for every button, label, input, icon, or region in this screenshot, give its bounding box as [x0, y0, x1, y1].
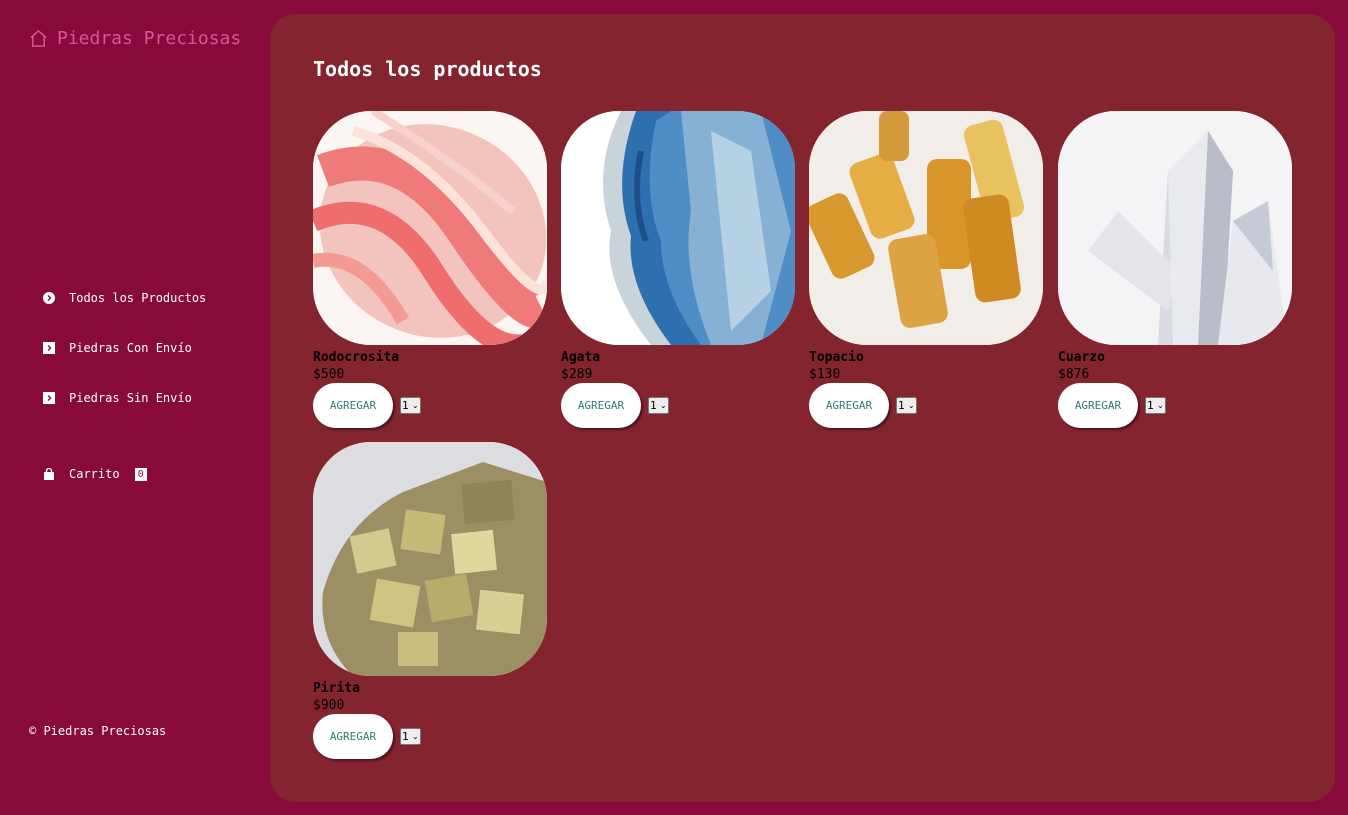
add-to-cart-button[interactable]: AGREGAR: [561, 383, 641, 428]
quantity-select[interactable]: 1 ⌄: [1145, 397, 1166, 414]
circle-arrow-icon: [43, 292, 55, 304]
main-panel: Todos los productos Rodocrosita $500 AGR…: [270, 14, 1335, 802]
product-price: $130: [809, 367, 841, 382]
brand-logo[interactable]: Piedras Preciosas: [29, 28, 241, 49]
product-price: $900: [313, 698, 345, 713]
nav-item-con-envio[interactable]: Piedras Con Envío: [43, 338, 206, 358]
nav-label: Piedras Con Envío: [69, 341, 192, 355]
nav-label: Piedras Sin Envío: [69, 391, 192, 405]
cart-label: Carrito: [69, 467, 120, 481]
footer-copyright: © Piedras Preciosas: [29, 724, 167, 738]
quantity-value: 1: [650, 399, 657, 412]
sidebar-nav: Todos los Productos Piedras Con Envío Pi…: [43, 288, 206, 438]
chevron-down-icon: ⌄: [412, 401, 419, 410]
product-price: $876: [1058, 367, 1090, 382]
nav-item-sin-envio[interactable]: Piedras Sin Envío: [43, 388, 206, 408]
chevron-down-icon: ⌄: [1157, 401, 1164, 410]
product-card: Agata $289 AGREGAR 1 ⌄: [561, 111, 795, 428]
quantity-value: 1: [402, 730, 409, 743]
quantity-value: 1: [1147, 399, 1154, 412]
product-card: Rodocrosita $500 AGREGAR 1 ⌄: [313, 111, 547, 428]
home-icon: [30, 29, 47, 47]
chevron-down-icon: ⌄: [412, 732, 419, 741]
product-card: Pirita $900 AGREGAR 1 ⌄: [313, 442, 547, 759]
product-image-pirita[interactable]: [313, 442, 547, 676]
product-name: Pirita: [313, 681, 360, 696]
cart-count-badge: 0: [134, 467, 147, 481]
product-image-cuarzo[interactable]: [1058, 111, 1292, 345]
cart-link[interactable]: Carrito 0: [43, 467, 147, 481]
add-to-cart-button[interactable]: AGREGAR: [809, 383, 889, 428]
product-actions: AGREGAR 1 ⌄: [313, 383, 547, 428]
product-image-rodocrosita[interactable]: [313, 111, 547, 345]
product-actions: AGREGAR 1 ⌄: [809, 383, 1043, 428]
product-name: Rodocrosita: [313, 350, 400, 365]
quantity-select[interactable]: 1 ⌄: [400, 728, 421, 745]
product-card: Cuarzo $876 AGREGAR 1 ⌄: [1058, 111, 1292, 428]
sidebar: Piedras Preciosas Todos los Productos Pi…: [0, 0, 270, 815]
product-image-topacio[interactable]: [809, 111, 1043, 345]
quantity-value: 1: [898, 399, 905, 412]
product-actions: AGREGAR 1 ⌄: [313, 714, 547, 759]
product-name: Topacio: [809, 350, 864, 365]
product-name: Agata: [561, 350, 601, 365]
chevron-down-icon: ⌄: [660, 401, 667, 410]
product-name: Cuarzo: [1058, 350, 1105, 365]
shopping-bag-icon: [43, 468, 55, 480]
product-actions: AGREGAR 1 ⌄: [1058, 383, 1292, 428]
product-price: $500: [313, 367, 345, 382]
square-arrow-icon: [43, 392, 55, 404]
product-actions: AGREGAR 1 ⌄: [561, 383, 795, 428]
quantity-select[interactable]: 1 ⌄: [896, 397, 917, 414]
chevron-down-icon: ⌄: [908, 401, 915, 410]
brand-name: Piedras Preciosas: [57, 28, 242, 49]
product-price: $289: [561, 367, 593, 382]
product-card: Topacio $130 AGREGAR 1 ⌄: [809, 111, 1043, 428]
add-to-cart-button[interactable]: AGREGAR: [313, 383, 393, 428]
nav-item-todos-productos[interactable]: Todos los Productos: [43, 288, 206, 308]
square-arrow-icon: [43, 342, 55, 354]
product-image-agata[interactable]: [561, 111, 795, 345]
page-title: Todos los productos: [313, 57, 542, 81]
add-to-cart-button[interactable]: AGREGAR: [1058, 383, 1138, 428]
quantity-select[interactable]: 1 ⌄: [648, 397, 669, 414]
nav-label: Todos los Productos: [69, 291, 207, 305]
quantity-select[interactable]: 1 ⌄: [400, 397, 421, 414]
add-to-cart-button[interactable]: AGREGAR: [313, 714, 393, 759]
quantity-value: 1: [402, 399, 409, 412]
